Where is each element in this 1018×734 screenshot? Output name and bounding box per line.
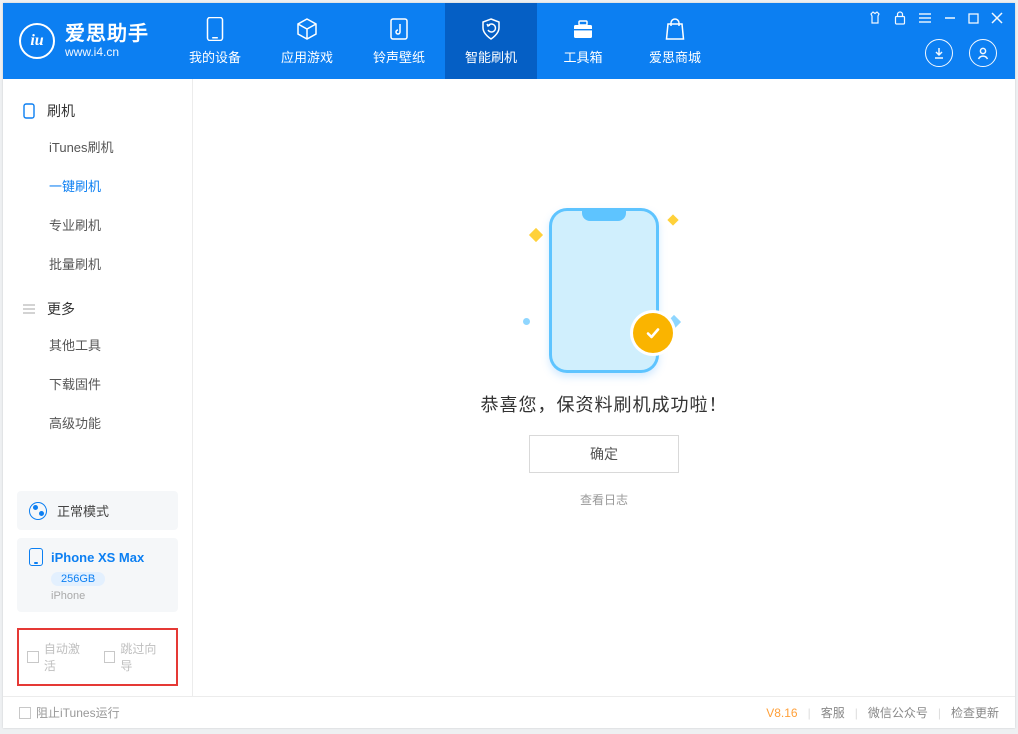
nav-tabs: 我的设备 应用游戏 铃声壁纸 智能刷机 (169, 3, 721, 79)
close-button[interactable] (991, 12, 1003, 27)
status-bar: 阻止iTunes运行 V8.16 | 客服 | 微信公众号 | 检查更新 (3, 696, 1015, 728)
music-note-icon (388, 17, 410, 41)
app-name: 爱思助手 (65, 23, 149, 46)
sidebar-item-pro-flash[interactable]: 专业刷机 (3, 205, 192, 244)
view-log-link[interactable]: 查看日志 (580, 491, 628, 508)
success-title: 恭喜您，保资料刷机成功啦！ (481, 391, 728, 417)
phone-small-icon (21, 103, 37, 119)
success-illustration (549, 208, 659, 373)
sidebar-item-download-firmware[interactable]: 下载固件 (3, 364, 192, 403)
cube-icon (295, 17, 319, 41)
device-phone-icon (29, 548, 43, 566)
header: iu 爱思助手 www.i4.cn 我的设备 应用游戏 (3, 3, 1015, 79)
checkbox-icon (27, 651, 39, 663)
nav-tab-store[interactable]: 爱思商城 (629, 3, 721, 79)
checkbox-block-itunes[interactable]: 阻止iTunes运行 (19, 704, 120, 721)
body: 刷机 iTunes刷机 一键刷机 专业刷机 批量刷机 更多 其他工具 下载固件 … (3, 79, 1015, 696)
nav-tab-apps[interactable]: 应用游戏 (261, 3, 353, 79)
nav-tab-toolbox[interactable]: 工具箱 (537, 3, 629, 79)
toolbox-icon (571, 17, 595, 41)
dot-icon (523, 318, 530, 325)
device-storage-badge: 256GB (51, 572, 105, 586)
nav-tab-ringtones[interactable]: 铃声壁纸 (353, 3, 445, 79)
sidebar: 刷机 iTunes刷机 一键刷机 专业刷机 批量刷机 更多 其他工具 下载固件 … (3, 79, 193, 696)
sparkle-icon (529, 227, 543, 241)
main-content: 恭喜您，保资料刷机成功啦！ 确定 查看日志 (193, 79, 1015, 696)
checkbox-skip-guide[interactable]: 跳过向导 (104, 640, 169, 674)
maximize-button[interactable] (968, 12, 979, 27)
sidebar-section-more: 更多 (3, 293, 192, 325)
normal-mode-icon (29, 502, 47, 520)
lock-icon[interactable] (894, 11, 906, 28)
sidebar-item-oneclick-flash[interactable]: 一键刷机 (3, 166, 192, 205)
checkbox-auto-activate[interactable]: 自动激活 (27, 640, 92, 674)
app-logo[interactable]: iu 爱思助手 www.i4.cn (3, 3, 169, 79)
flash-options-box: 自动激活 跳过向导 (17, 628, 178, 686)
nav-tab-smart-flash[interactable]: 智能刷机 (445, 3, 537, 79)
device-type: iPhone (51, 590, 166, 602)
phone-icon (206, 17, 224, 41)
header-actions (925, 39, 997, 67)
sparkle-icon (667, 214, 678, 225)
checkmark-badge-icon (633, 313, 673, 353)
window-controls (868, 11, 1003, 28)
footer-link-wechat[interactable]: 微信公众号 (868, 704, 928, 721)
minimize-button[interactable] (944, 12, 956, 27)
shirt-icon[interactable] (868, 11, 882, 28)
device-name: iPhone XS Max (51, 550, 144, 565)
version-label: V8.16 (766, 706, 797, 720)
confirm-button[interactable]: 确定 (529, 435, 679, 473)
mode-label: 正常模式 (57, 501, 109, 520)
device-mode-box[interactable]: 正常模式 (17, 491, 178, 530)
sidebar-item-itunes-flash[interactable]: iTunes刷机 (3, 127, 192, 166)
sidebar-item-batch-flash[interactable]: 批量刷机 (3, 244, 192, 283)
device-info-box[interactable]: iPhone XS Max 256GB iPhone (17, 538, 178, 612)
sidebar-item-advanced[interactable]: 高级功能 (3, 403, 192, 442)
checkbox-icon (19, 707, 31, 719)
nav-tab-my-device[interactable]: 我的设备 (169, 3, 261, 79)
checkbox-icon (104, 651, 116, 663)
menu-small-icon (21, 303, 37, 315)
footer-link-update[interactable]: 检查更新 (951, 704, 999, 721)
app-site: www.i4.cn (65, 46, 149, 60)
logo-icon: iu (19, 23, 55, 59)
download-button[interactable] (925, 39, 953, 67)
shield-refresh-icon (479, 17, 503, 41)
sidebar-item-other-tools[interactable]: 其他工具 (3, 325, 192, 364)
sidebar-section-flash: 刷机 (3, 95, 192, 127)
shopping-bag-icon (664, 17, 686, 41)
app-window: iu 爱思助手 www.i4.cn 我的设备 应用游戏 (3, 3, 1015, 728)
user-account-button[interactable] (969, 39, 997, 67)
footer-link-support[interactable]: 客服 (821, 704, 845, 721)
menu-icon[interactable] (918, 12, 932, 27)
